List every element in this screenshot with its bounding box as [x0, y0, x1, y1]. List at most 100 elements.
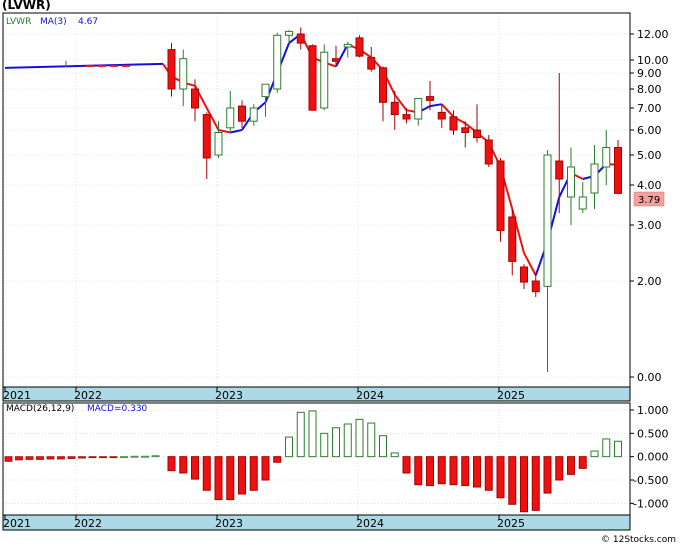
- candle-body: [167, 49, 176, 90]
- macd-x-tick-label: 2025: [497, 517, 525, 530]
- legend-ma-value: 4.67: [78, 17, 98, 27]
- candle-body: [179, 58, 188, 90]
- macd-bar: [555, 456, 564, 481]
- macd-x-tick-label: 2022: [74, 517, 102, 530]
- macd-bar: [202, 456, 211, 491]
- candle-body: [332, 58, 340, 62]
- macd-bar: [249, 456, 258, 491]
- macd-bar: [484, 456, 493, 491]
- macd-bar: [238, 456, 246, 495]
- copyright: © 12Stocks.com: [601, 535, 676, 545]
- macd-bar: [414, 456, 423, 486]
- macd-title: MACD(26,12,9): [6, 404, 74, 414]
- candle-body: [543, 154, 552, 287]
- macd-y-tick-label: 0.000: [637, 451, 669, 464]
- candle-body: [226, 107, 235, 129]
- ma-flat-segment: [4, 62, 164, 69]
- macd-x-tick-label: 2023: [215, 517, 243, 530]
- macd-bar: [332, 427, 340, 458]
- macd-bar: [379, 435, 387, 458]
- legend-ma-label: MA(3): [40, 17, 67, 27]
- candle-body: [261, 83, 270, 98]
- price-x-tick-label: 2025: [497, 389, 525, 402]
- macd-bar: [590, 450, 599, 458]
- candle-body: [473, 129, 481, 138]
- candle-body: [426, 96, 434, 101]
- candle-body: [379, 67, 387, 103]
- price-y-tick-label: 9.00: [637, 67, 662, 80]
- price-y-tick-label: 5.00: [637, 149, 662, 162]
- macd-bar: [167, 456, 176, 472]
- price-y-tick-label: 8.00: [637, 83, 662, 96]
- macd-bar: [567, 456, 575, 475]
- macd-flat-bar: [46, 456, 55, 460]
- price-candles: [167, 27, 622, 372]
- macd-bar: [296, 411, 305, 458]
- candle-body: [602, 147, 611, 168]
- macd-bar: [614, 440, 622, 458]
- candle-body: [308, 45, 317, 111]
- macd-flat-bar: [88, 456, 97, 459]
- macd-bar: [461, 456, 470, 487]
- macd-flat-bar: [120, 456, 128, 459]
- ma-segment: [230, 129, 243, 134]
- macd-flat-bar: [78, 456, 86, 459]
- candle-body: [214, 132, 223, 156]
- macd-bar: [179, 456, 188, 474]
- price-y-tick-label: 4.00: [637, 179, 662, 192]
- macd-bar: [402, 456, 411, 474]
- macd-flat-bar: [99, 456, 107, 459]
- price-x-tick-label: 2023: [215, 389, 243, 402]
- macd-bar: [437, 456, 446, 485]
- price-x-tick-label: 2021: [3, 389, 31, 402]
- macd-bar: [320, 432, 329, 458]
- macd-flat-bar: [25, 456, 34, 460]
- macd-y-axis: 1.000 0.500 0.000 -0.500 -1.000: [630, 404, 669, 510]
- candle-body: [520, 266, 528, 283]
- candle-body: [202, 114, 211, 159]
- stock-chart-svg: 12.00 10.009.00 8.00 7.00 6.00 5.00 4.00 3.00 2.…: [2, 12, 669, 531]
- macd-bar: [426, 456, 434, 487]
- macd-bar: [226, 456, 235, 501]
- macd-bar: [191, 456, 199, 480]
- macd-x-tick-label: 2021: [3, 517, 31, 530]
- price-x-tick-label: 2024: [356, 389, 384, 402]
- candle-body: [437, 111, 446, 120]
- macd-bar: [355, 418, 364, 458]
- price-y-tick-label: 0.00: [637, 371, 662, 384]
- legend-symbol: LVWR: [6, 17, 31, 27]
- chart-stage: 12.00 10.00 9.00 8.00 7.00 6.00 5.00 4.00 3.00 2.…: [0, 0, 680, 546]
- macd-flat-bar: [36, 456, 44, 460]
- macd-bar: [390, 452, 399, 458]
- candle-body: [414, 98, 423, 120]
- price-x-axis: 2021 2022 2023 2024 2025: [2, 386, 631, 402]
- macd-y-tick-label: -0.500: [633, 474, 668, 487]
- macd-bar: [261, 456, 270, 481]
- price-x-tick-label: 2022: [74, 389, 102, 402]
- candle-body: [367, 56, 376, 70]
- ma-segment: [429, 103, 442, 108]
- price-y-tick-label: 6.00: [637, 124, 662, 137]
- candle-body: [484, 139, 493, 165]
- price-y-tick-label: 10.00: [637, 54, 669, 67]
- candle-body: [402, 114, 411, 120]
- candle-body: [191, 88, 199, 109]
- candle-body: [390, 101, 399, 116]
- candle-body: [285, 30, 293, 36]
- candle-body: [320, 51, 329, 109]
- macd-flat-bar: [15, 456, 23, 461]
- ma-segment: [335, 43, 349, 67]
- macd-bar: [508, 456, 517, 505]
- candle-body: [296, 33, 305, 44]
- macd-flat-bar: [141, 455, 149, 458]
- candle-body: [496, 160, 505, 232]
- macd-bar: [543, 456, 552, 494]
- candle-body: [578, 196, 587, 210]
- macd-bar: [214, 456, 223, 501]
- macd-bar: [496, 456, 505, 499]
- macd-y-tick-label: -1.000: [633, 497, 668, 510]
- candle-body: [614, 147, 622, 194]
- macd-bar: [449, 456, 458, 486]
- candle-body: [461, 127, 470, 134]
- last-price-label: 3.79: [638, 195, 660, 206]
